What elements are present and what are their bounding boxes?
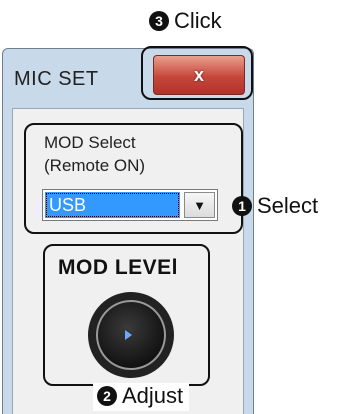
callout-adjust: 2 Adjust: [93, 383, 190, 411]
mod-level-label: MOD LEVEl: [58, 256, 179, 279]
step-1-badge: 1: [232, 196, 252, 216]
mod-select-value[interactable]: USB: [45, 192, 180, 218]
mod-select-sublabel: (Remote ON): [44, 156, 146, 175]
callout-click-text: Click: [174, 8, 222, 33]
step-2-badge: 2: [97, 386, 117, 406]
step-3-badge: 3: [149, 11, 169, 31]
callout-adjust-text: Adjust: [122, 383, 184, 408]
click-highlight: [141, 46, 253, 100]
window-title: MIC SET: [14, 68, 99, 90]
chevron-down-icon: ▼: [193, 197, 206, 213]
callout-select-text: Select: [257, 193, 319, 218]
callout-click: 3 Click: [149, 8, 222, 34]
knob-marker-icon: [125, 330, 132, 340]
mod-select-label: MOD Select: [44, 133, 136, 152]
dropdown-button[interactable]: ▼: [184, 192, 215, 218]
callout-select: 1 Select: [232, 193, 318, 219]
